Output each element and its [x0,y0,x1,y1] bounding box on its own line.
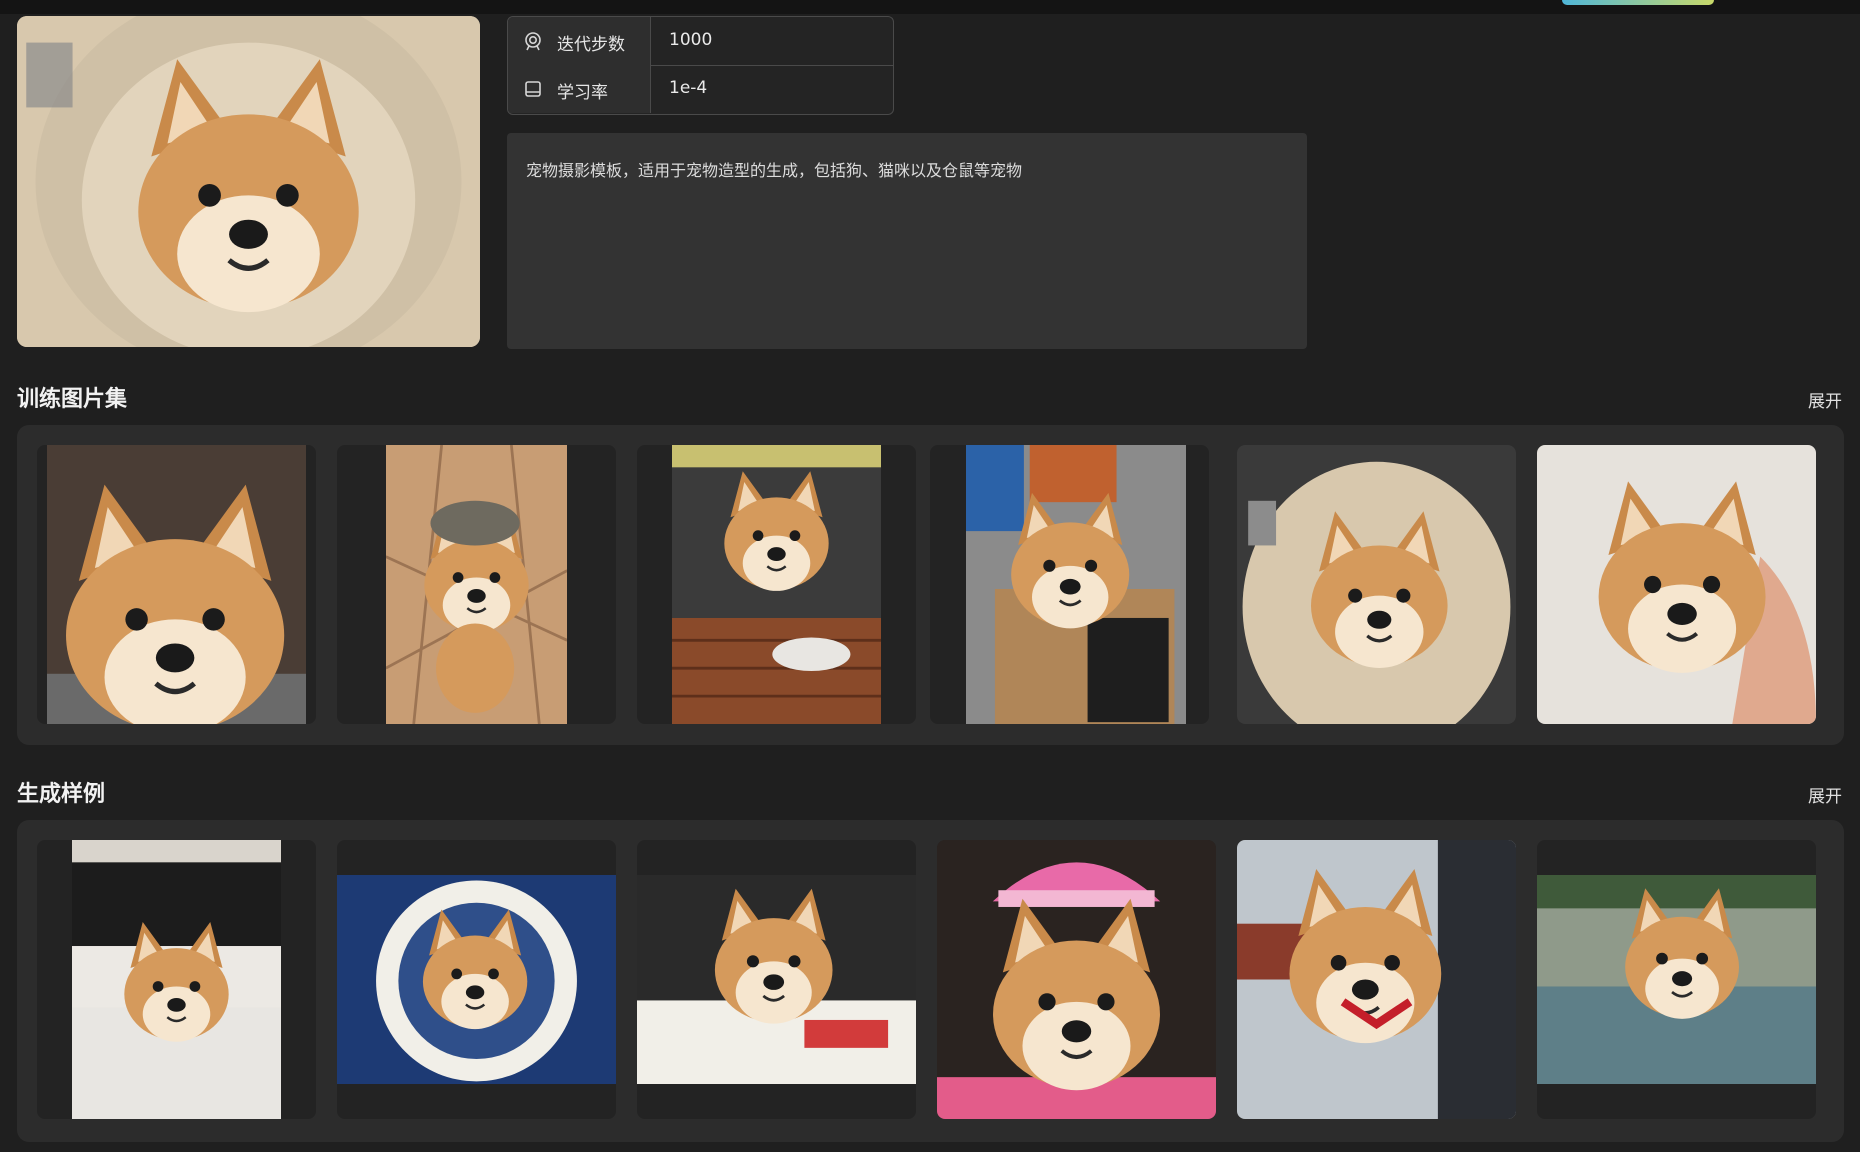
samples-title: 生成样例 [17,782,106,807]
top-bar [0,0,1860,14]
samples-expand-link[interactable]: 展开 [1808,782,1842,807]
training-params-table: 迭代步数 1000 学习率 1e-4 [507,16,894,115]
training-images-panel [17,425,1844,745]
sample-image-3[interactable] [637,840,916,1119]
param-row-lr: 学习率 1e-4 [508,65,893,113]
param-label: 学习率 [557,83,608,103]
hero-preview-image [17,16,480,347]
sample-image-5[interactable] [1237,840,1516,1119]
training-image-2[interactable] [337,445,616,724]
training-image-1[interactable] [37,445,316,724]
param-value: 1e-4 [669,78,708,98]
training-image-3[interactable] [637,445,916,724]
training-expand-link[interactable]: 展开 [1808,387,1842,412]
sample-image-6[interactable] [1537,840,1816,1119]
training-images-title: 训练图片集 [17,387,128,412]
param-row-steps: 迭代步数 1000 [508,17,893,66]
training-image-4[interactable] [930,445,1209,724]
param-value: 1000 [669,30,713,50]
param-key-lr: 学习率 [508,65,651,113]
param-label: 迭代步数 [557,35,625,55]
sample-image-1[interactable] [37,840,316,1119]
template-description-box: 宠物摄影模板，适用于宠物造型的生成，包括狗、猫咪以及仓鼠等宠物 [507,133,1307,349]
sample-image-2[interactable] [337,840,616,1119]
param-key-steps: 迭代步数 [508,17,651,65]
sample-image-4[interactable] [937,840,1216,1119]
top-action-pill[interactable] [1562,0,1714,5]
training-image-5[interactable] [1237,445,1516,724]
template-description: 宠物摄影模板，适用于宠物造型的生成，包括狗、猫咪以及仓鼠等宠物 [526,161,1023,180]
book-icon [525,81,541,97]
training-image-6[interactable] [1537,445,1816,724]
target-icon [525,32,541,51]
samples-panel [17,820,1844,1142]
